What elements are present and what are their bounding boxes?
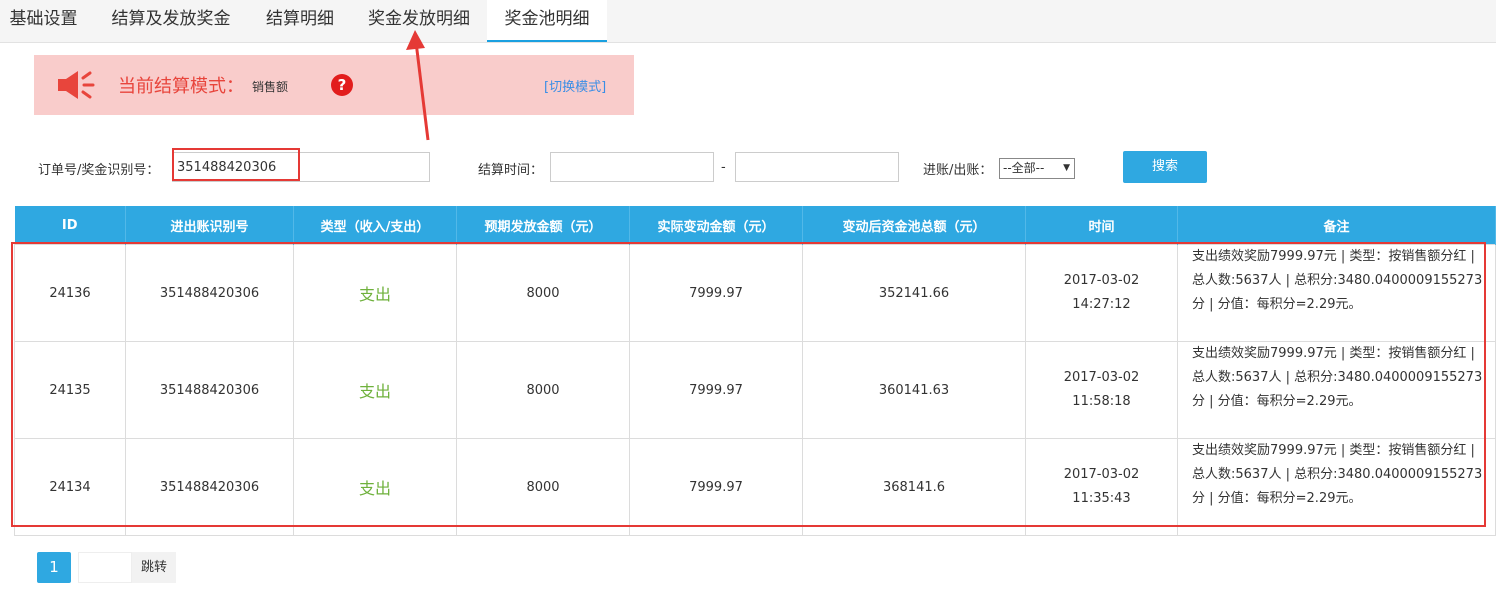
col-header-time: 时间 [1025, 206, 1178, 245]
table-row: 24134 351488420306 支出 8000 7999.97 36814… [14, 438, 1496, 536]
cell-remark: 支出绩效奖励7999.97元 | 类型：按销售额分红 | 总人数:5637人 |… [1177, 244, 1496, 342]
cell-time: 2017-03-02 14:27:12 [1025, 244, 1178, 342]
table-header-row: ID 进出账识别号 类型（收入/支出） 预期发放金额（元） 实际变动金额（元） … [14, 206, 1496, 245]
bonus-pool-table: ID 进出账识别号 类型（收入/支出） 预期发放金额（元） 实际变动金额（元） … [14, 206, 1496, 536]
tab-bonus-pool-details[interactable]: 奖金池明细 [487, 0, 607, 42]
tab-basic-settings[interactable]: 基础设置 [0, 0, 87, 42]
cell-time-text: 11:35:43 [1072, 491, 1131, 506]
cell-pool: 360141.63 [802, 341, 1026, 439]
cell-remark-text: 支出绩效奖励7999.97元 | 类型：按销售额分红 | 总人数:5637人 |… [1192, 346, 1483, 409]
cell-type: 支出 [293, 438, 457, 536]
settle-time-start-input[interactable] [550, 152, 714, 182]
cell-actual: 7999.97 [629, 341, 803, 439]
search-button[interactable]: 搜索 [1123, 151, 1207, 183]
col-header-expected: 预期发放金额（元） [456, 206, 630, 245]
pagination-jump-input[interactable] [78, 552, 132, 583]
pagination-jump-button[interactable]: 跳转 [132, 552, 176, 583]
cell-expected: 8000 [456, 244, 630, 342]
order-id-label: 订单号/奖金识别号： [38, 163, 160, 178]
cell-code: 351488420306 [125, 341, 294, 439]
mode-label: 当前结算模式： [118, 76, 244, 97]
order-id-input[interactable] [172, 152, 430, 182]
chevron-down-icon: ▼ [1063, 163, 1070, 173]
cell-time: 2017-03-02 11:35:43 [1025, 438, 1178, 536]
inout-selected-value: --全部-- [1003, 161, 1045, 175]
cell-expected: 8000 [456, 341, 630, 439]
cell-expected: 8000 [456, 438, 630, 536]
col-header-remark: 备注 [1177, 206, 1496, 245]
col-header-code: 进出账识别号 [125, 206, 294, 245]
settle-time-label: 结算时间： [478, 163, 544, 178]
cell-pool: 352141.66 [802, 244, 1026, 342]
switch-mode-link[interactable]: [切换模式] [544, 76, 606, 95]
cell-id: 24136 [14, 244, 126, 342]
cell-code: 351488420306 [125, 244, 294, 342]
tab-settlement-and-payout[interactable]: 结算及发放奖金 [100, 0, 242, 42]
cell-remark: 支出绩效奖励7999.97元 | 类型：按销售额分红 | 总人数:5637人 |… [1177, 438, 1496, 536]
cell-date-text: 2017-03-02 [1063, 467, 1140, 482]
cell-date-text: 2017-03-02 [1063, 370, 1140, 385]
table-row: 24136 351488420306 支出 8000 7999.97 35214… [14, 244, 1496, 342]
speaker-icon [58, 71, 95, 99]
cell-id: 24135 [14, 341, 126, 439]
table-row: 24135 351488420306 支出 8000 7999.97 36014… [14, 341, 1496, 439]
help-icon[interactable]: ? [331, 74, 353, 96]
col-header-id: ID [14, 206, 126, 245]
tab-settlement-details[interactable]: 结算明细 [252, 0, 348, 42]
pagination-page-1[interactable]: 1 [37, 552, 71, 583]
cell-remark: 支出绩效奖励7999.97元 | 类型：按销售额分红 | 总人数:5637人 |… [1177, 341, 1496, 439]
mode-value: 销售额 [252, 80, 289, 94]
annotation-arrow-icon [406, 30, 430, 141]
col-header-pool: 变动后资金池总额（元） [802, 206, 1026, 245]
col-header-actual: 实际变动金额（元） [629, 206, 803, 245]
cell-code: 351488420306 [125, 438, 294, 536]
cell-type: 支出 [293, 341, 457, 439]
settlement-mode-banner: 当前结算模式： 销售额 ? [切换模式] [34, 55, 634, 115]
cell-id: 24134 [14, 438, 126, 536]
tab-bar: 基础设置 结算及发放奖金 结算明细 奖金发放明细 奖金池明细 [0, 0, 1496, 43]
cell-time-text: 14:27:12 [1072, 297, 1131, 312]
cell-remark-text: 支出绩效奖励7999.97元 | 类型：按销售额分红 | 总人数:5637人 |… [1192, 443, 1483, 506]
inout-select[interactable]: --全部-- ▼ [999, 158, 1075, 179]
cell-actual: 7999.97 [629, 244, 803, 342]
cell-type: 支出 [293, 244, 457, 342]
time-range-separator: - [721, 160, 726, 175]
col-header-type: 类型（收入/支出） [293, 206, 457, 245]
cell-actual: 7999.97 [629, 438, 803, 536]
cell-date-text: 2017-03-02 [1063, 273, 1140, 288]
cell-time-text: 11:58:18 [1072, 394, 1131, 409]
inout-label: 进账/出账： [923, 163, 993, 178]
settle-time-end-input[interactable] [735, 152, 899, 182]
cell-remark-text: 支出绩效奖励7999.97元 | 类型：按销售额分红 | 总人数:5637人 |… [1192, 249, 1483, 312]
cell-pool: 368141.6 [802, 438, 1026, 536]
cell-time: 2017-03-02 11:58:18 [1025, 341, 1178, 439]
